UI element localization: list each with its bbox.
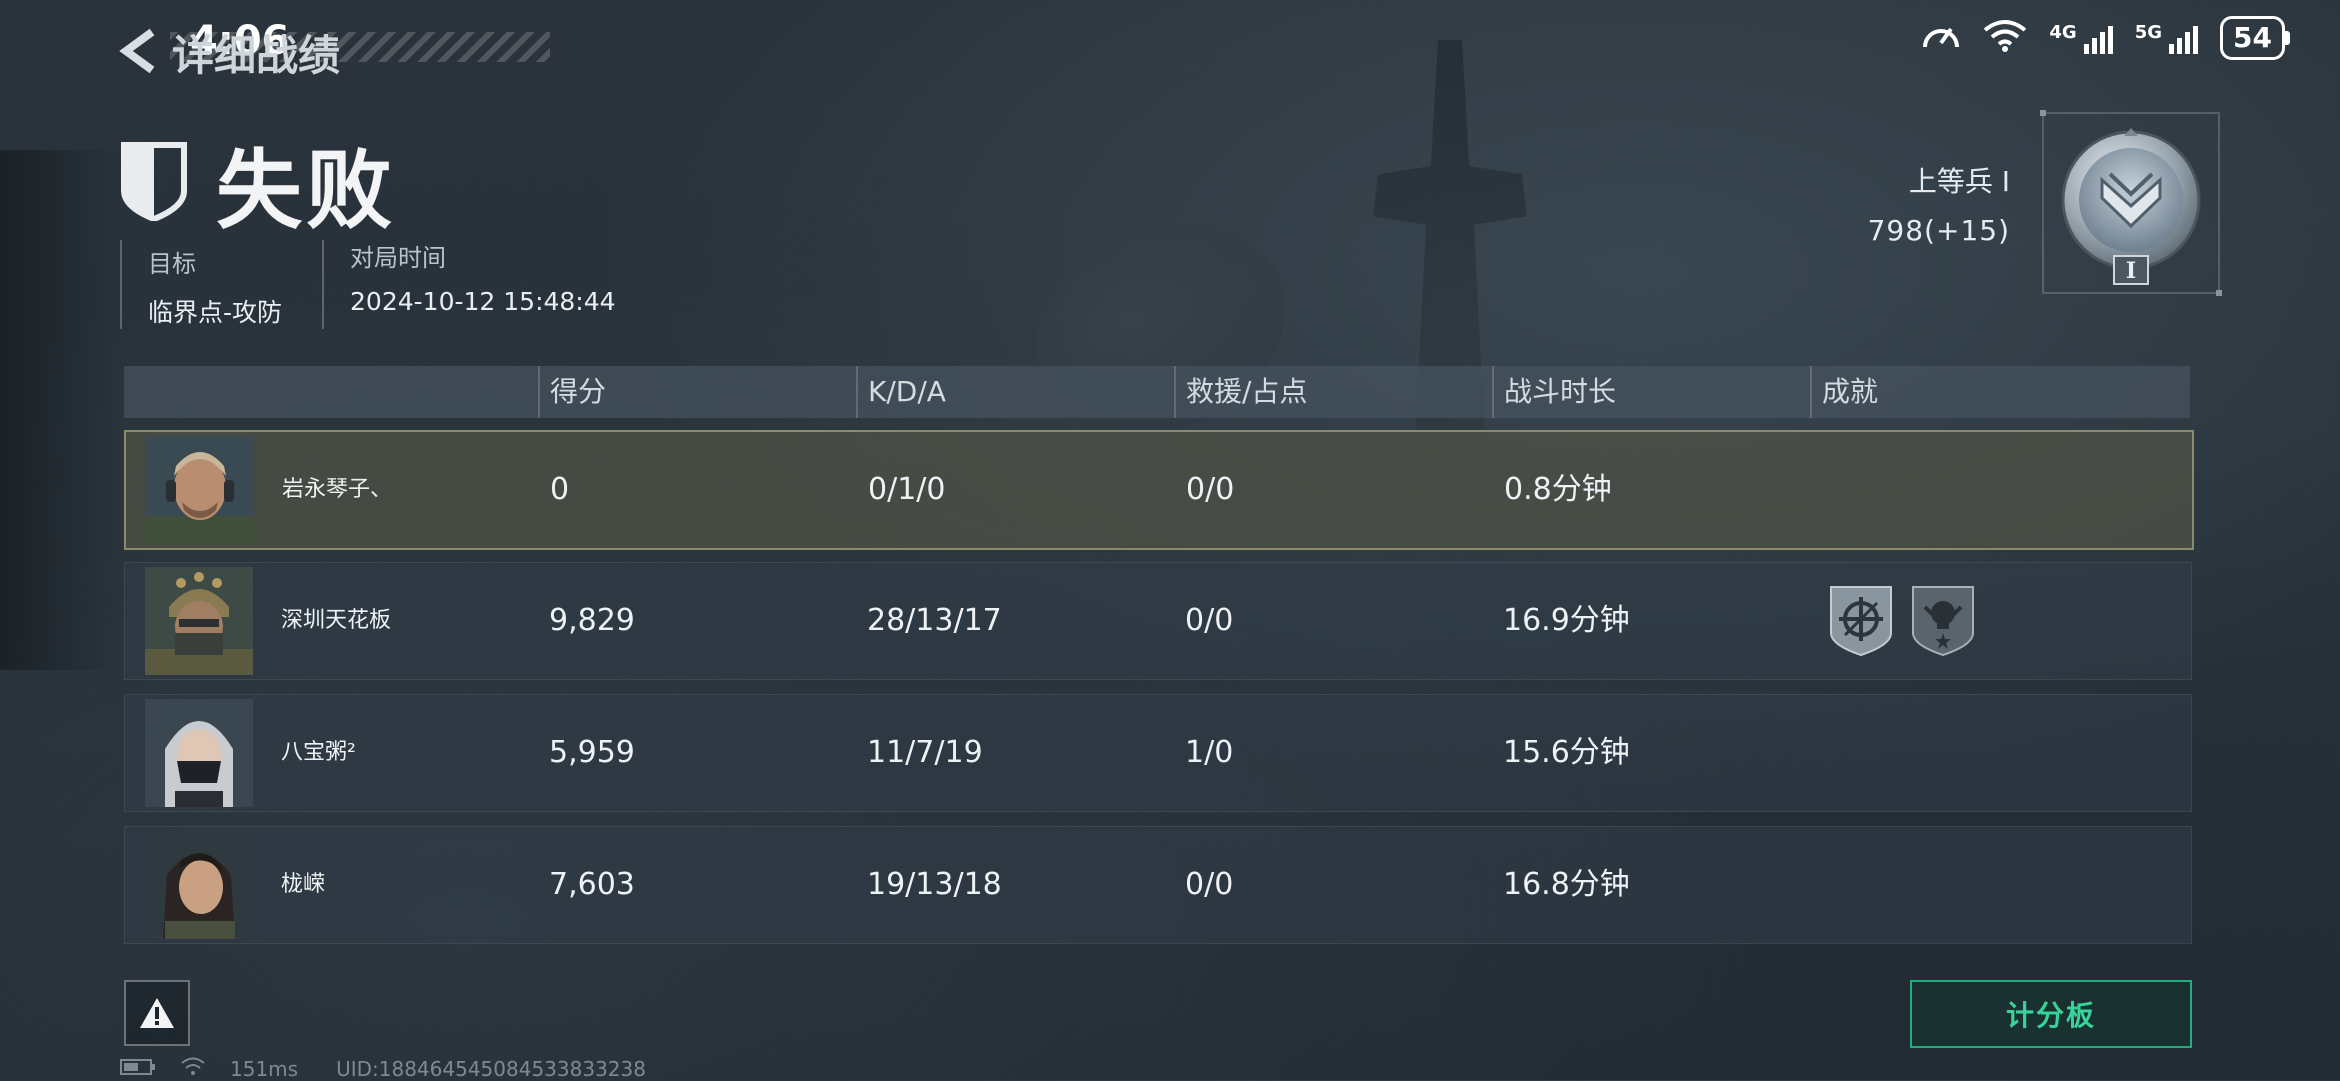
skull-badge-icon[interactable]: [1911, 585, 1975, 657]
column-score: 得分: [538, 366, 606, 418]
meta-time: 对局时间 2024-10-12 15:48:44: [322, 240, 656, 329]
warning-icon: [140, 998, 174, 1028]
player-rescue: 0/0: [1185, 603, 1234, 638]
table-row-self[interactable]: 岩永琴子、 0 0/1/0 0/0 0.8分钟: [124, 430, 2194, 550]
meta-target: 目标 临界点-攻防: [120, 240, 322, 329]
rank-points: 798(+15): [1867, 214, 2010, 247]
speed-icon: [1921, 17, 1961, 60]
player-score: 5,959: [549, 735, 635, 770]
battery-small-icon: [120, 1057, 156, 1081]
page-title: 详细战绩: [172, 31, 341, 80]
back-button[interactable]: 详细战绩: [118, 22, 340, 83]
player-duration: 16.9分钟: [1503, 603, 1630, 638]
match-meta: 目标 临界点-攻防 对局时间 2024-10-12 15:48:44: [120, 240, 656, 329]
player-duration: 15.6分钟: [1503, 735, 1630, 770]
scoreboard-header: 得分 K/D/A 救援/占点 战斗时长 成就: [124, 366, 2190, 418]
avatar: [145, 699, 253, 807]
crosshair-badge-icon[interactable]: [1829, 585, 1893, 657]
rank-name: 上等兵 I: [1908, 165, 2010, 198]
column-rescue: 救援/占点: [1174, 366, 1307, 418]
column-kda: K/D/A: [856, 366, 946, 418]
player-kda: 0/1/0: [868, 472, 946, 507]
player-name: 八宝粥²: [281, 740, 356, 765]
table-row[interactable]: 深圳天花板 9,829 28/13/17 0/0 16.9分钟: [124, 562, 2192, 680]
column-duration: 战斗时长: [1492, 366, 1616, 418]
player-rescue: 0/0: [1185, 867, 1234, 902]
result-title: 失败: [216, 141, 396, 241]
avatar: [146, 436, 254, 544]
player-kda: 19/13/18: [867, 867, 1002, 902]
rank-badge-numeral: I: [2126, 258, 2136, 284]
rank-badge[interactable]: I: [2040, 110, 2222, 296]
table-row[interactable]: 栊嵘 7,603 19/13/18 0/0 16.8分钟: [124, 826, 2192, 944]
table-row[interactable]: 八宝粥² 5,959 11/7/19 1/0 15.6分钟: [124, 694, 2192, 812]
wifi-icon: [1983, 18, 2027, 59]
player-name: 深圳天花板: [281, 608, 392, 633]
player-kda: 11/7/19: [867, 735, 983, 770]
player-score: 0: [550, 472, 570, 507]
report-button[interactable]: [124, 980, 190, 1046]
avatar: [145, 831, 253, 939]
uid-value: UID:18846454508453383323​8: [336, 1056, 646, 1081]
player-score: 9,829: [549, 603, 635, 638]
signal-5g-icon: 5G: [2135, 22, 2199, 54]
player-score: 7,603: [549, 867, 635, 902]
avatar: [145, 567, 253, 675]
scoreboard-button[interactable]: 计分板: [1910, 980, 2192, 1048]
match-result: 失败: [120, 120, 396, 245]
player-name: 岩永琴子、: [282, 477, 393, 502]
signal-4g-icon: 4G: [2049, 22, 2113, 54]
status-icons: 4G 5G 54: [1921, 16, 2290, 60]
shield-icon: [120, 141, 188, 225]
battery-icon: 54: [2220, 16, 2290, 60]
background-shadow: [0, 150, 120, 670]
player-rescue: 0/0: [1186, 472, 1235, 507]
player-duration: 16.8分钟: [1503, 867, 1630, 902]
player-rescue: 1/0: [1185, 735, 1234, 770]
player-name: 栊嵘: [281, 872, 326, 897]
back-arrow-icon: [118, 28, 158, 78]
ping-value: 151ms: [230, 1056, 299, 1081]
footer-info: 151ms UID:18846454508453383323​8: [120, 1056, 646, 1081]
column-achievements: 成就: [1810, 366, 1878, 418]
player-duration: 0.8分钟: [1504, 472, 1612, 507]
wifi-small-icon: [180, 1056, 206, 1081]
rank-badge-icon: I: [2061, 128, 2201, 285]
rank-info: 上等兵 I 798(+15): [1868, 160, 2010, 247]
player-kda: 28/13/17: [867, 603, 1002, 638]
